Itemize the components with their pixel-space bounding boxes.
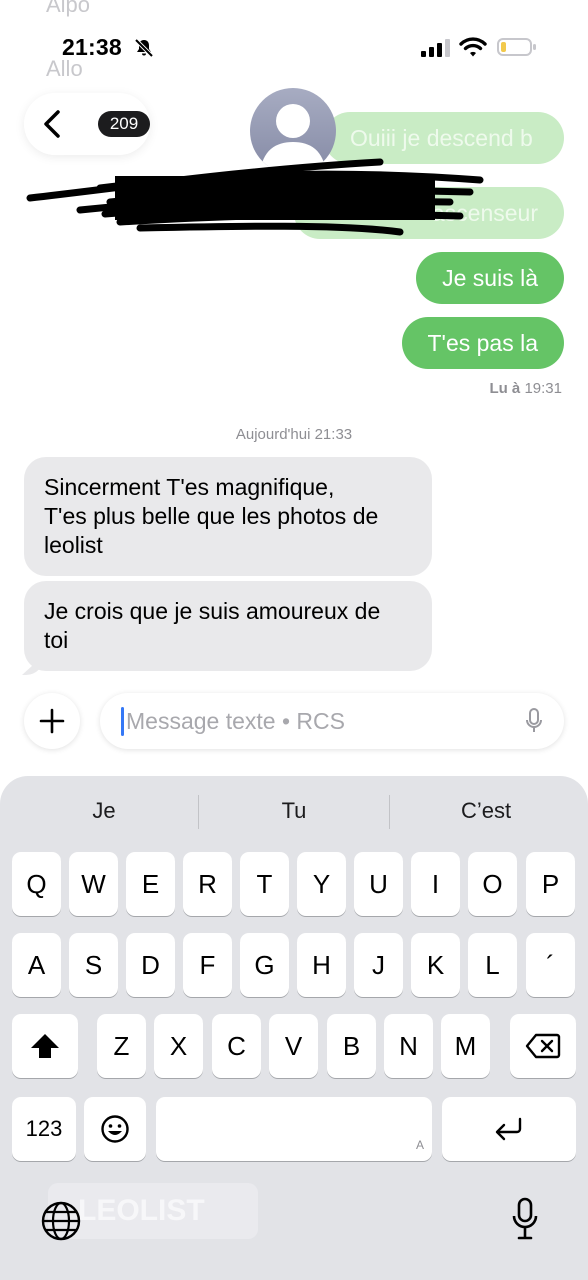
shift-key[interactable] [12, 1014, 78, 1078]
dictation-microphone-icon[interactable] [510, 1197, 540, 1246]
key-y[interactable]: Y [297, 852, 346, 916]
key-q[interactable]: Q [12, 852, 61, 916]
key-d[interactable]: D [126, 933, 175, 997]
key-j[interactable]: J [354, 933, 403, 997]
key-u[interactable]: U [354, 852, 403, 916]
incoming-bubble[interactable]: Je crois que je suis amoureux de toi [24, 581, 432, 671]
read-label: Lu à [489, 380, 521, 397]
key-r[interactable]: R [183, 852, 232, 916]
wifi-icon [459, 37, 487, 63]
battery-icon [497, 37, 537, 62]
numbers-key[interactable]: 123 [12, 1097, 76, 1161]
key-f[interactable]: F [183, 933, 232, 997]
message-placeholder: Message texte • RCS [126, 708, 345, 734]
key-l[interactable]: L [468, 933, 517, 997]
status-time: 21:38 [62, 34, 122, 60]
suggestion-3[interactable]: C’est [390, 798, 582, 824]
key-o[interactable]: O [468, 852, 517, 916]
microphone-icon[interactable] [524, 707, 544, 740]
shift-icon [31, 1034, 59, 1058]
key-n[interactable]: N [384, 1014, 433, 1078]
day-separator: Aujourd'hui 21:33 [235, 426, 353, 443]
key-c[interactable]: C [212, 1014, 261, 1078]
backspace-key[interactable] [510, 1014, 576, 1078]
suggestion-1[interactable]: Je [8, 798, 200, 824]
faded-message-1: Alpo [46, 0, 91, 17]
bubble-line: Je crois que je suis amoureux de [44, 598, 381, 624]
incoming-bubble[interactable]: Sincerment T'es magnifique, T'es plus be… [24, 457, 432, 576]
cellular-icon [421, 38, 451, 63]
key-x[interactable]: X [154, 1014, 203, 1078]
key-v[interactable]: V [269, 1014, 318, 1078]
key-k[interactable]: K [411, 933, 460, 997]
chevron-left-icon [42, 109, 62, 144]
read-receipt: Lu à 19:31 [489, 380, 562, 397]
globe-icon[interactable] [40, 1200, 82, 1247]
key-b[interactable]: B [327, 1014, 376, 1078]
emoji-icon [101, 1115, 129, 1143]
key-h[interactable]: H [297, 933, 346, 997]
bubble-text: Je suis là [442, 265, 538, 291]
key-p[interactable]: P [526, 852, 575, 916]
bell-slash-icon [134, 38, 154, 63]
return-icon [495, 1117, 522, 1141]
key-z[interactable]: Z [97, 1014, 146, 1078]
suggestion-bar: Je Tu C’est [0, 776, 588, 846]
key-e[interactable]: E [126, 852, 175, 916]
bubble-line: leolist [44, 532, 103, 558]
key-t[interactable]: T [240, 852, 289, 916]
key-m[interactable]: M [441, 1014, 490, 1078]
outgoing-bubble[interactable]: Je suis là [416, 252, 564, 304]
backspace-icon [525, 1033, 561, 1059]
bubble-line: Sincerment T'es magnifique, [44, 474, 335, 500]
plus-icon [39, 708, 65, 734]
read-time: 19:31 [524, 380, 562, 397]
space-key[interactable] [156, 1097, 432, 1161]
add-attachment-button[interactable] [24, 693, 80, 749]
bubble-line: T'es plus belle que les photos de [44, 503, 379, 529]
bubble-text: T'es pas la [427, 330, 539, 356]
status-bar: 21:38 [0, 28, 588, 68]
text-caret [121, 707, 124, 736]
key-i[interactable]: I [411, 852, 460, 916]
key-w[interactable]: W [69, 852, 118, 916]
space-hint: A [416, 1138, 425, 1152]
key-g[interactable]: G [240, 933, 289, 997]
suggestion-2[interactable]: Tu [198, 798, 390, 824]
key-acute[interactable]: ´ [526, 933, 575, 997]
message-input[interactable]: Message texte • RCS [100, 693, 564, 749]
unread-count-badge: 209 [98, 111, 150, 137]
return-key[interactable] [442, 1097, 576, 1161]
outgoing-bubble[interactable]: T'es pas la [401, 317, 564, 369]
redaction-scribble [26, 158, 484, 236]
emoji-key[interactable] [84, 1097, 146, 1161]
bubble-line: toi [44, 627, 69, 653]
key-s[interactable]: S [69, 933, 118, 997]
key-a[interactable]: A [12, 933, 61, 997]
